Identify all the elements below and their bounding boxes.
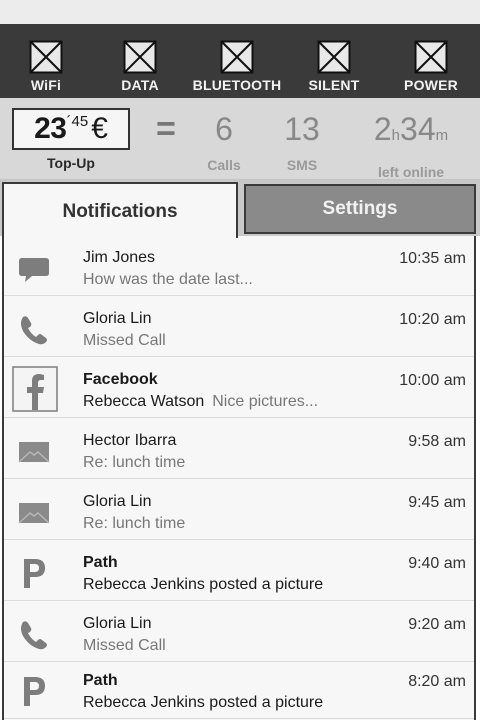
notification-time: 9:40 am (408, 555, 466, 572)
notification-message: Missed Call (83, 332, 166, 349)
notification-message: Re: lunch time (83, 454, 186, 471)
notification-title: Path (83, 554, 118, 571)
path-icon (24, 677, 45, 706)
online-label: left online (377, 164, 445, 180)
notification-message: Rebecca Watson Nice pictures... (83, 393, 318, 411)
notification-sender: Rebecca Jenkins posted a picture (83, 694, 324, 711)
list-item[interactable]: Jim Jones How was the date last... 10:35… (4, 236, 474, 296)
notification-time: 10:35 am (399, 250, 466, 267)
list-item[interactable]: Gloria Lin Missed Call 10:20 am (4, 297, 474, 357)
sms-stat: 13 SMS (272, 110, 332, 173)
quick-toggle-bar: WiFi DATA BLUETOOTH SILENT POWER (0, 24, 480, 98)
notification-time: 10:20 am (399, 311, 466, 328)
notification-title: Facebook (83, 371, 158, 388)
notification-title: Gloria Lin (83, 310, 152, 327)
tab-notifications[interactable]: Notifications (2, 182, 238, 238)
silent-toggle[interactable]: SILENT (286, 40, 382, 96)
power-toggle-icon (414, 40, 448, 74)
notification-message: How was the date last... (83, 271, 253, 288)
calls-label: Calls (207, 157, 241, 173)
silent-toggle-label: SILENT (308, 77, 360, 93)
usage-status-bar: 23´45 € Top-Up = 6 Calls 13 SMS 2h34m lef… (0, 98, 480, 180)
data-toggle-label: DATA (121, 77, 159, 93)
silent-toggle-icon (317, 40, 351, 74)
minutes-unit: m (435, 127, 449, 144)
wifi-toggle[interactable]: WiFi (0, 40, 94, 96)
list-item[interactable]: Path Rebecca Jenkins posted a picture 9:… (4, 541, 474, 601)
phone-icon (21, 621, 47, 650)
tab-bar: Notifications Settings (0, 180, 480, 238)
list-item[interactable]: Path Rebecca Jenkins posted a picture 8:… (4, 659, 474, 719)
equals-sign: = (156, 110, 176, 148)
calls-stat: 6 Calls (199, 110, 249, 173)
credit-whole: 23 (34, 112, 67, 145)
credit-cents: ´45 (66, 113, 89, 130)
notification-time: 10:00 am (399, 372, 466, 389)
time-left-stat: 2h34m left online (356, 110, 466, 180)
notification-title: Path (83, 672, 118, 689)
notification-title: Gloria Lin (83, 615, 152, 632)
notification-time: 9:45 am (408, 494, 466, 511)
credit-balance[interactable]: 23´45 € (12, 108, 130, 150)
list-item[interactable]: Gloria Lin Missed Call 9:20 am (4, 602, 474, 662)
calls-value: 6 (215, 111, 233, 147)
wifi-toggle-icon (29, 40, 63, 74)
notification-message: Rebecca Jenkins posted a picture (83, 576, 331, 594)
data-toggle[interactable]: DATA (92, 40, 188, 96)
sms-value: 13 (284, 111, 320, 147)
hours-value: 2 (373, 111, 392, 147)
hours-unit: h (391, 127, 401, 144)
notification-time: 9:58 am (408, 433, 466, 450)
notification-message: Re: lunch time (83, 515, 186, 532)
bluetooth-toggle-icon (220, 40, 254, 74)
facebook-icon (12, 366, 58, 412)
bluetooth-toggle[interactable]: BLUETOOTH (189, 40, 285, 96)
notification-preview: Nice pictures... (212, 393, 319, 410)
notification-title: Gloria Lin (83, 493, 152, 510)
power-toggle-label: POWER (404, 77, 458, 93)
list-item[interactable]: Hector Ibarra Re: lunch time 9:58 am (4, 419, 474, 479)
wifi-toggle-label: WiFi (30, 77, 62, 93)
power-toggle[interactable]: POWER (383, 40, 479, 96)
notification-sender: Rebecca Watson (83, 393, 205, 410)
chat-bubble-icon (19, 258, 49, 282)
minutes-value: 34 (400, 111, 436, 147)
data-toggle-icon (123, 40, 157, 74)
notification-time: 8:20 am (408, 673, 466, 690)
phone-icon (21, 316, 47, 345)
envelope-icon (18, 503, 50, 524)
credit-currency: € (91, 112, 108, 145)
envelope-icon (18, 442, 50, 463)
notification-title: Jim Jones (83, 249, 156, 266)
tab-settings[interactable]: Settings (244, 184, 476, 234)
bluetooth-toggle-label: BLUETOOTH (192, 77, 282, 93)
notification-message: Missed Call (83, 637, 166, 654)
notification-title: Hector Ibarra (83, 432, 177, 449)
top-strip (0, 0, 480, 24)
notification-list[interactable]: Jim Jones How was the date last... 10:35… (2, 236, 476, 720)
notification-sender: Rebecca Jenkins posted a picture (83, 576, 324, 593)
notification-time: 9:20 am (408, 616, 466, 633)
topup-label: Top-Up (47, 155, 95, 171)
list-item[interactable]: Facebook Rebecca Watson Nice pictures... … (4, 358, 474, 418)
path-icon (24, 559, 45, 588)
sms-label: SMS (286, 157, 318, 173)
notification-message: Rebecca Jenkins posted a picture (83, 694, 331, 712)
list-item[interactable]: Gloria Lin Re: lunch time 9:45 am (4, 480, 474, 540)
